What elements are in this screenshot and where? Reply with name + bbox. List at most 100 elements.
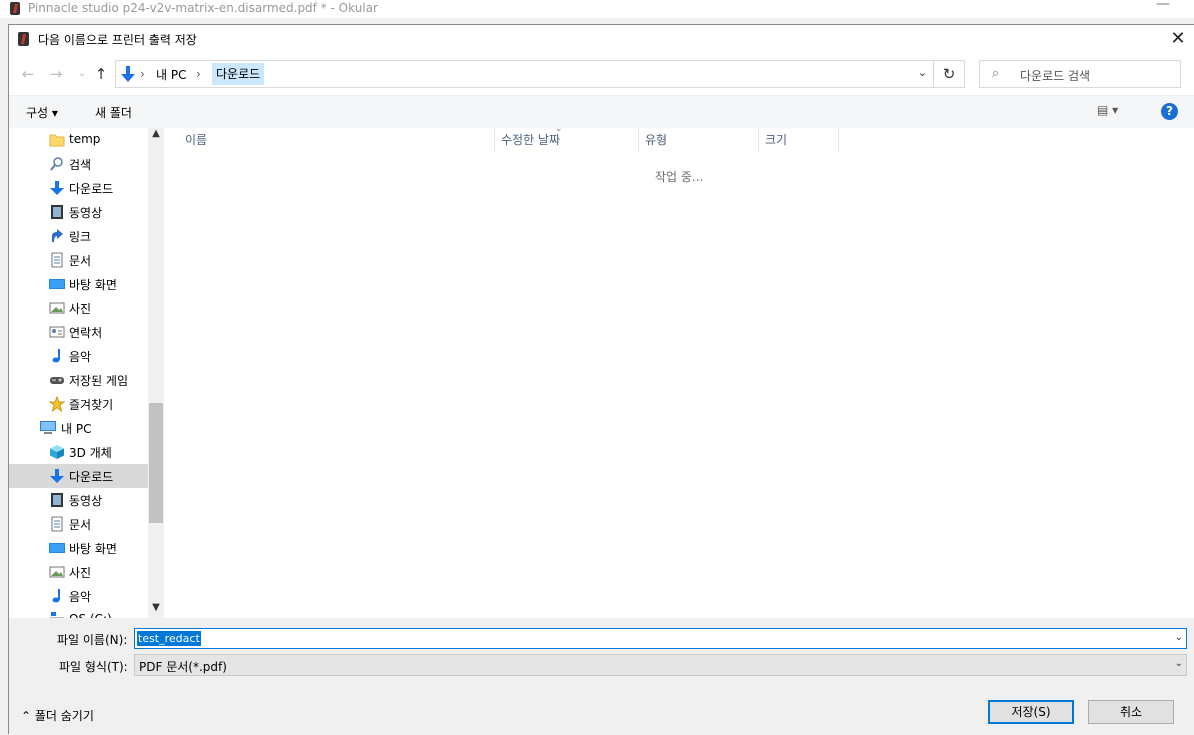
save-dialog: 다음 이름으로 프린터 출력 저장 ✕ ← → ⌄ ↑ › 내 PC › 다운로… bbox=[8, 24, 1194, 735]
breadcrumb-downloads[interactable]: 다운로드 bbox=[212, 63, 265, 85]
scroll-down-button[interactable]: ▼ bbox=[148, 602, 164, 618]
sidebar-item-label: 3D 개체 bbox=[69, 446, 112, 460]
sidebar-item[interactable]: 즐겨찾기 bbox=[9, 392, 148, 416]
scrollbar-thumb[interactable] bbox=[149, 403, 163, 523]
background-window: Pinnacle studio p24-v2v-matrix-en.disarm… bbox=[0, 0, 1194, 18]
games-icon bbox=[49, 372, 65, 388]
sidebar-item[interactable]: 음악 bbox=[9, 584, 148, 608]
refresh-button[interactable]: ↻ bbox=[934, 60, 965, 88]
music-icon bbox=[49, 348, 65, 364]
new-folder-button[interactable]: 새 폴더 bbox=[95, 104, 132, 121]
sidebar-item[interactable]: 사진 bbox=[9, 560, 148, 584]
document-icon bbox=[49, 252, 65, 268]
sidebar-item[interactable]: 바탕 화면 bbox=[9, 272, 148, 296]
column-header-type[interactable]: 유형 bbox=[639, 128, 759, 153]
navigation-bar: ← → ⌄ ↑ › 내 PC › 다운로드 ⌄ ↻ ⌕ 다운로드 검색 bbox=[9, 55, 1194, 93]
back-button[interactable]: ← bbox=[19, 65, 37, 83]
sidebar-item[interactable]: 내 PC bbox=[9, 416, 148, 440]
filename-field[interactable]: test_redact ⌄ bbox=[134, 628, 1187, 649]
up-button[interactable]: ↑ bbox=[92, 65, 110, 83]
sidebar-item[interactable]: 3D 개체 bbox=[9, 440, 148, 464]
sidebar-item[interactable]: 동영상 bbox=[9, 488, 148, 512]
address-dropdown-button[interactable]: ⌄ bbox=[918, 66, 927, 79]
download-icon bbox=[120, 65, 136, 86]
sidebar-item-label: 바탕 화면 bbox=[69, 278, 117, 292]
filetype-select[interactable]: PDF 문서(*.pdf) ⌄ bbox=[134, 654, 1187, 676]
organize-button[interactable]: 구성 ▾ bbox=[26, 104, 58, 121]
breadcrumb-separator[interactable]: › bbox=[196, 67, 201, 81]
minimize-icon[interactable]: — bbox=[1156, 0, 1170, 12]
column-header-name[interactable]: 이름 bbox=[179, 128, 495, 153]
document-icon bbox=[49, 516, 65, 532]
file-list: 이름 수정한 날짜 ⌄ 유형 크기 작업 중... bbox=[165, 124, 1194, 618]
sidebar-item[interactable]: 음악 bbox=[9, 344, 148, 368]
sidebar-item-label: 음악 bbox=[69, 590, 92, 604]
sidebar-item-label: 바탕 화면 bbox=[69, 542, 117, 556]
column-header-size[interactable]: 크기 bbox=[759, 128, 839, 153]
sidebar-item-label: 동영상 bbox=[69, 494, 103, 508]
breadcrumb-this-pc[interactable]: 내 PC bbox=[156, 66, 186, 83]
sidebar-item[interactable]: OS (C:) bbox=[9, 608, 148, 618]
help-icon[interactable]: ? bbox=[1161, 103, 1178, 120]
sidebar-item-label: 다운로드 bbox=[69, 470, 114, 484]
recent-locations-button[interactable]: ⌄ bbox=[73, 65, 91, 83]
sidebar-item[interactable]: 연락처 bbox=[9, 320, 148, 344]
video-icon bbox=[49, 204, 65, 220]
dialog-titlebar: 다음 이름으로 프린터 출력 저장 ✕ bbox=[9, 25, 1194, 53]
search-placeholder: 다운로드 검색 bbox=[1020, 69, 1091, 83]
sidebar-item-label: 다운로드 bbox=[69, 182, 114, 196]
column-header-modified[interactable]: 수정한 날짜 bbox=[495, 128, 639, 153]
3d-objects-icon bbox=[49, 444, 65, 460]
sidebar-item[interactable]: 문서 bbox=[9, 512, 148, 536]
sidebar-item[interactable]: 다운로드 bbox=[9, 176, 148, 200]
search-icon bbox=[49, 156, 65, 172]
filename-label: 파일 이름(N): bbox=[57, 633, 128, 647]
close-button[interactable]: ✕ bbox=[1164, 25, 1192, 53]
navigation-scrollbar[interactable]: ▲ ▼ bbox=[148, 128, 164, 618]
forward-button[interactable]: → bbox=[47, 65, 65, 83]
sidebar-item[interactable]: temp bbox=[9, 128, 148, 152]
hide-folders-button[interactable]: ⌃ 폴더 숨기기 bbox=[21, 707, 94, 724]
filename-dropdown-button[interactable]: ⌄ bbox=[1175, 632, 1183, 643]
sidebar-item-label: 사진 bbox=[69, 302, 92, 316]
sidebar-item[interactable]: 문서 bbox=[9, 248, 148, 272]
contacts-icon bbox=[49, 324, 65, 340]
sidebar-item-label: 동영상 bbox=[69, 206, 103, 220]
search-icon: ⌕ bbox=[992, 66, 1000, 81]
music-icon bbox=[49, 588, 65, 604]
sidebar-item-label: 검색 bbox=[69, 158, 92, 172]
search-box[interactable]: ⌕ 다운로드 검색 bbox=[979, 60, 1181, 88]
sidebar-item-label: 내 PC bbox=[61, 422, 92, 436]
pictures-icon bbox=[49, 564, 65, 580]
sidebar-item-label: 저장된 게임 bbox=[69, 374, 129, 388]
dialog-footer: 파일 이름(N): test_redact ⌄ 파일 형식(T): PDF 문서… bbox=[9, 618, 1194, 735]
view-options-button[interactable]: ▤ ▾ bbox=[1097, 103, 1118, 117]
favorites-icon bbox=[48, 395, 66, 413]
download-icon bbox=[49, 468, 65, 484]
filetype-dropdown-button[interactable]: ⌄ bbox=[1175, 658, 1183, 669]
sidebar-item[interactable]: 저장된 게임 bbox=[9, 368, 148, 392]
folder-icon bbox=[49, 132, 65, 148]
download-icon bbox=[49, 180, 65, 196]
sidebar-item[interactable]: 바탕 화면 bbox=[9, 536, 148, 560]
desktop-icon bbox=[49, 276, 65, 292]
sidebar-item-label: 음악 bbox=[69, 350, 92, 364]
sidebar-item[interactable]: 링크 bbox=[9, 224, 148, 248]
cancel-button[interactable]: 취소 bbox=[1088, 700, 1174, 724]
sidebar-item-label: 문서 bbox=[69, 254, 92, 268]
sidebar-item-label: temp bbox=[69, 132, 101, 146]
sidebar-item[interactable]: 검색 bbox=[9, 152, 148, 176]
sort-caret-icon: ⌄ bbox=[555, 124, 563, 134]
dialog-app-icon bbox=[18, 32, 29, 46]
save-button[interactable]: 저장(S) bbox=[988, 700, 1074, 724]
scroll-up-button[interactable]: ▲ bbox=[148, 128, 164, 144]
dialog-title: 다음 이름으로 프린터 출력 저장 bbox=[38, 33, 197, 47]
status-working: 작업 중... bbox=[655, 170, 704, 184]
address-bar[interactable]: › 내 PC › 다운로드 ⌄ bbox=[115, 60, 934, 88]
breadcrumb-separator[interactable]: › bbox=[140, 67, 145, 81]
sidebar-item[interactable]: 사진 bbox=[9, 296, 148, 320]
sidebar-item[interactable]: 동영상 bbox=[9, 200, 148, 224]
sidebar-item-label: 연락처 bbox=[69, 326, 103, 340]
sidebar-item[interactable]: 다운로드 bbox=[9, 464, 148, 488]
filename-value[interactable]: test_redact bbox=[137, 631, 201, 646]
